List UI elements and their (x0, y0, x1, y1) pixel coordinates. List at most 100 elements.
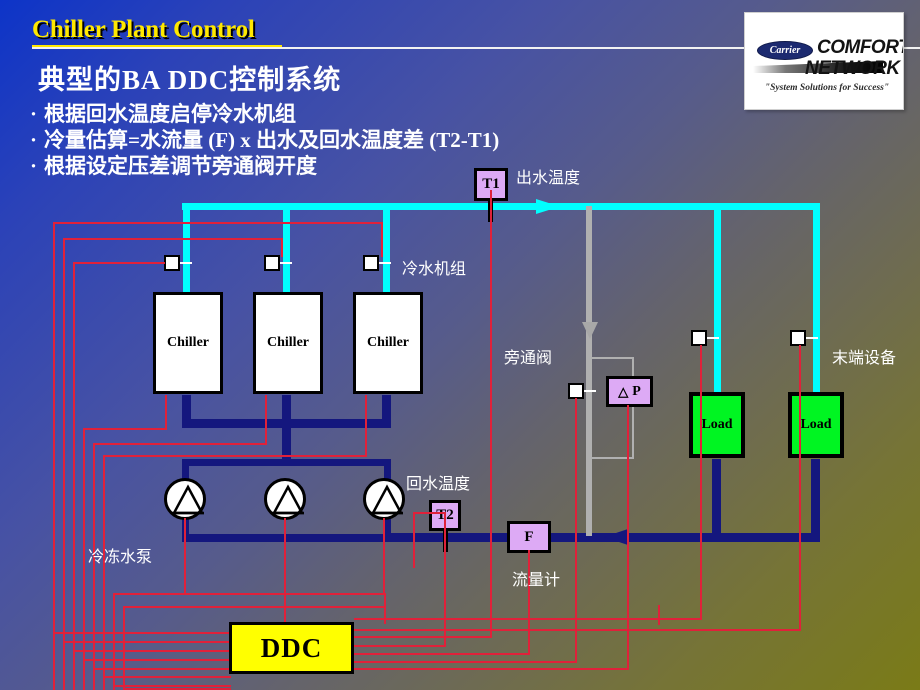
delta-symbol-icon: △ (618, 383, 629, 399)
ddc-label: DDC (260, 632, 323, 663)
chiller-1-actuator[interactable] (164, 255, 180, 271)
bypass-pipe (586, 206, 592, 536)
wire-ddc-in-2 (63, 641, 231, 643)
pump-symbol-icon (271, 484, 305, 515)
wire-v-chiller3-actuator (381, 222, 383, 257)
carrier-comfort-network-logo: Carrier COMFORT NETWORK "System Solution… (744, 12, 904, 110)
bullet-text: 冷量估算=水流量 (F) x 出水及回水温度差 (T2-T1) (44, 128, 500, 152)
pump-header-bottom (182, 534, 391, 542)
label-flow-meter: 流量计 (512, 572, 561, 589)
chiller-1-actuator-stub (180, 262, 192, 264)
dp-sensor-label: P (632, 383, 641, 399)
chiller-label: Chiller (367, 335, 409, 350)
wire-h-chiller3-actuator (53, 222, 383, 224)
supply-riser-load-1 (714, 203, 721, 393)
wire-h-chiller3-status (103, 455, 367, 457)
wire-h-chiller1-actuator (73, 262, 165, 264)
wire-t1-to-ddc (490, 190, 492, 638)
wire-v-pump3 (383, 518, 385, 594)
dp-tap-top-horizontal (592, 357, 634, 359)
supply-riser-chiller-2 (283, 203, 290, 293)
chilled-water-pump[interactable] (164, 478, 206, 520)
load-unit[interactable]: Load (689, 392, 745, 458)
wire-bundle-v-6 (103, 455, 105, 690)
wire-load1-actuator-v (700, 345, 702, 620)
load-2-actuator[interactable] (790, 330, 806, 346)
ddc-controller[interactable]: DDC (229, 622, 354, 674)
supply-riser-chiller-3 (383, 203, 390, 293)
label-terminal-units: 末端设备 (832, 350, 897, 367)
chiller-unit[interactable]: Chiller (153, 292, 223, 394)
slide-canvas: Chiller Plant Control Carrier COMFORT NE… (0, 0, 920, 690)
chiller-2-actuator[interactable] (264, 255, 280, 271)
wire-ddc-in-3 (73, 650, 231, 652)
label-supply-temp: 出水温度 (516, 170, 581, 187)
pump-symbol-icon (370, 484, 404, 515)
bypass-flow-arrow-icon (582, 322, 598, 339)
wire-ddc-in-7 (113, 685, 231, 687)
wire-ddc-in-5 (93, 668, 231, 670)
load-2-actuator-stub (806, 337, 818, 339)
wire-bundle-v-1 (53, 222, 55, 690)
wire-h-chiller2-actuator (63, 238, 283, 240)
chilled-water-pump[interactable] (363, 478, 405, 520)
wire-t1-h-ddc (354, 636, 492, 638)
bypass-valve-actuator[interactable] (568, 383, 584, 399)
chiller-3-actuator[interactable] (363, 255, 379, 271)
wire-bundle-v-2 (63, 238, 65, 690)
wire-v-chiller1-status (165, 395, 167, 430)
chiller-label: Chiller (167, 335, 209, 350)
wire-load2-actuator-v (799, 345, 801, 631)
wire-ddc-in-1 (53, 632, 231, 634)
wire-h-chiller2-status (93, 443, 267, 445)
wire-load1-actuator-h (354, 618, 702, 620)
wire-v-pump1 (184, 518, 186, 595)
return-riser-load-1 (712, 459, 721, 539)
logo-line2-text: NETWORK (805, 58, 900, 79)
wire-t2-tap-v (413, 512, 415, 568)
bullet-item: · 根据设定压差调节旁通阀开度 (30, 150, 317, 180)
label-chilled-water-pump: 冷冻水泵 (88, 549, 153, 566)
differential-pressure-sensor[interactable]: △ P (606, 376, 653, 407)
load-1-actuator-stub (707, 337, 719, 339)
supply-riser-load-2 (813, 203, 820, 393)
logo-tagline: "System Solutions for Success" (764, 83, 890, 93)
pump-symbol-icon (171, 484, 205, 515)
wire-t2-h (354, 645, 446, 647)
load-unit[interactable]: Load (788, 392, 844, 458)
content-headline: 典型的BA DDC控制系统 (38, 65, 342, 95)
wire-h-pump1 (113, 593, 386, 595)
wire-t2-v (444, 512, 446, 646)
flow-meter-label: F (524, 528, 534, 545)
wire-ddc-in-6 (103, 676, 231, 678)
wire-bundle-v-3 (73, 262, 75, 690)
chiller-3-actuator-stub (379, 262, 391, 264)
bypass-valve-actuator-stub (584, 390, 596, 392)
bullet-marker: · (30, 154, 38, 178)
pump-header-top (182, 459, 391, 466)
bullet-text: 根据设定压差调节旁通阀开度 (44, 154, 317, 178)
wire-right-feeder-v (658, 605, 660, 625)
chiller-unit[interactable]: Chiller (253, 292, 323, 394)
load-1-actuator[interactable] (691, 330, 707, 346)
load-label: Load (701, 417, 733, 432)
wire-h-pump3 (123, 606, 385, 608)
chiller-unit[interactable]: Chiller (353, 292, 423, 394)
wire-flowmeter-h (354, 653, 530, 655)
supply-flow-arrow-icon (536, 199, 560, 214)
wire-v-chiller2-status (265, 395, 267, 445)
wire-bypass-valve-h (354, 661, 577, 663)
wire-load1-actuator-v2 (700, 618, 702, 620)
label-bypass-valve: 旁通阀 (504, 350, 553, 367)
label-return-temp: 回水温度 (406, 476, 471, 493)
wire-t2-tap-h (413, 512, 445, 514)
wire-load2-actuator-h (354, 629, 801, 631)
wire-bypass-valve-v (575, 398, 577, 662)
wire-v-chiller3-status (365, 395, 367, 457)
flow-meter[interactable]: F (507, 521, 551, 553)
dp-tap-right-vertical (632, 357, 634, 459)
label-chiller-group: 冷水机组 (402, 261, 467, 278)
chilled-water-pump[interactable] (264, 478, 306, 520)
wire-v-chiller2-actuator (281, 238, 283, 257)
return-riser-load-2 (811, 459, 820, 539)
